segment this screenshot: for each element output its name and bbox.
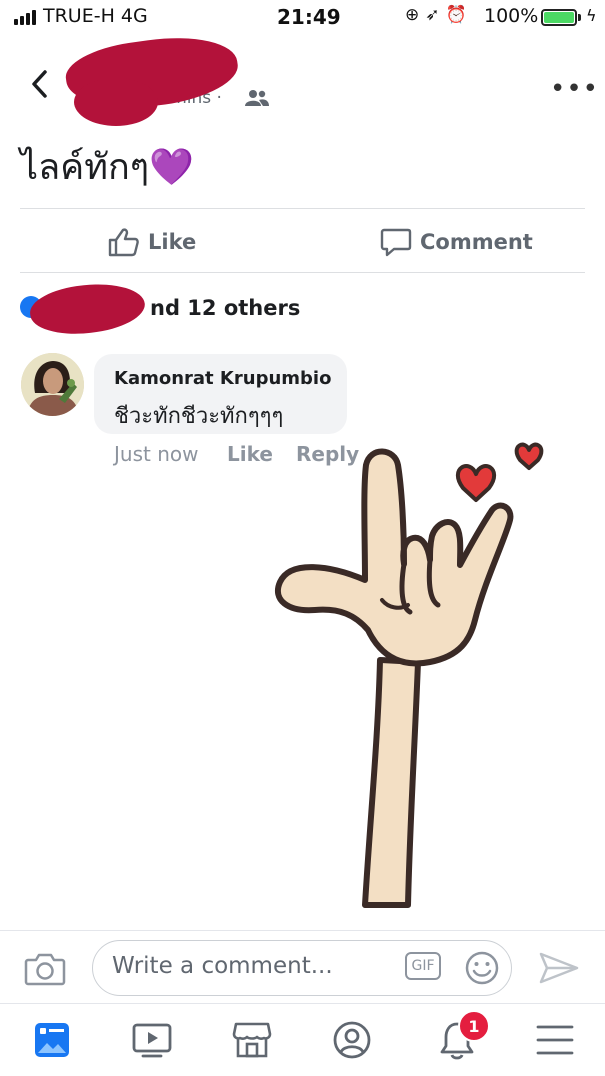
chevron-left-icon — [32, 70, 47, 98]
comment-text: ชีวะทักชีวะทักๆๆๆ — [114, 404, 284, 429]
status-icons: ⊕➶⏰ — [405, 5, 473, 25]
more-options-button[interactable]: ••• — [550, 74, 599, 104]
comment-button-label: Comment — [420, 230, 533, 254]
comment-button[interactable]: Comment — [380, 222, 533, 262]
gif-button[interactable]: GIF — [405, 952, 441, 980]
camera-icon[interactable] — [24, 950, 66, 986]
comment-author[interactable]: Kamonrat Krupumbio — [114, 368, 331, 389]
notification-badge: 1 — [458, 1010, 490, 1042]
watch-icon[interactable] — [131, 1021, 173, 1059]
like-button-label: Like — [148, 230, 197, 254]
friends-icon — [245, 90, 269, 106]
emoji-icon[interactable] — [464, 950, 500, 986]
carrier-label: TRUE-H 4G — [43, 5, 148, 27]
battery-percent: 100% — [484, 5, 539, 27]
divider — [20, 272, 585, 273]
redaction-mark-2 — [74, 78, 158, 126]
status-bar: TRUE-H 4G 21:49 ⊕➶⏰ 100% ϟ — [0, 0, 605, 36]
comment-input-placeholder[interactable]: Write a comment... — [112, 953, 333, 979]
post-text: ไลค์ทักๆ💜 — [20, 147, 194, 188]
battery-icon — [541, 9, 577, 26]
clock: 21:49 — [277, 5, 341, 29]
send-icon[interactable] — [538, 951, 580, 985]
bottom-nav-divider — [0, 1003, 605, 1004]
profile-icon[interactable] — [332, 1020, 372, 1060]
avatar-photo — [21, 353, 84, 416]
news-feed-icon[interactable] — [33, 1021, 71, 1059]
back-button[interactable] — [22, 64, 56, 104]
comment-bubble-icon — [380, 228, 412, 257]
battery-tip — [578, 14, 581, 21]
menu-icon[interactable] — [535, 1022, 575, 1058]
location-icon: ➶ — [425, 5, 446, 25]
signal-icon — [14, 10, 36, 25]
thumbs-up-icon — [108, 228, 139, 257]
redaction-mark-3 — [27, 279, 148, 339]
lock-rotation-icon: ⊕ — [405, 5, 426, 25]
reactions-summary[interactable]: nd 12 others — [150, 296, 300, 320]
alarm-icon: ⏰ — [445, 5, 473, 25]
divider — [20, 208, 585, 209]
avatar[interactable] — [21, 353, 84, 416]
composer-divider — [0, 930, 605, 931]
battery-level — [544, 12, 574, 23]
comment-like-link[interactable]: Like — [227, 442, 273, 466]
marketplace-icon[interactable] — [232, 1020, 272, 1060]
charging-icon: ϟ — [586, 6, 597, 25]
like-button[interactable]: Like — [108, 222, 196, 262]
comment-time: Just now — [114, 442, 199, 466]
love-hand-sticker — [275, 442, 544, 908]
